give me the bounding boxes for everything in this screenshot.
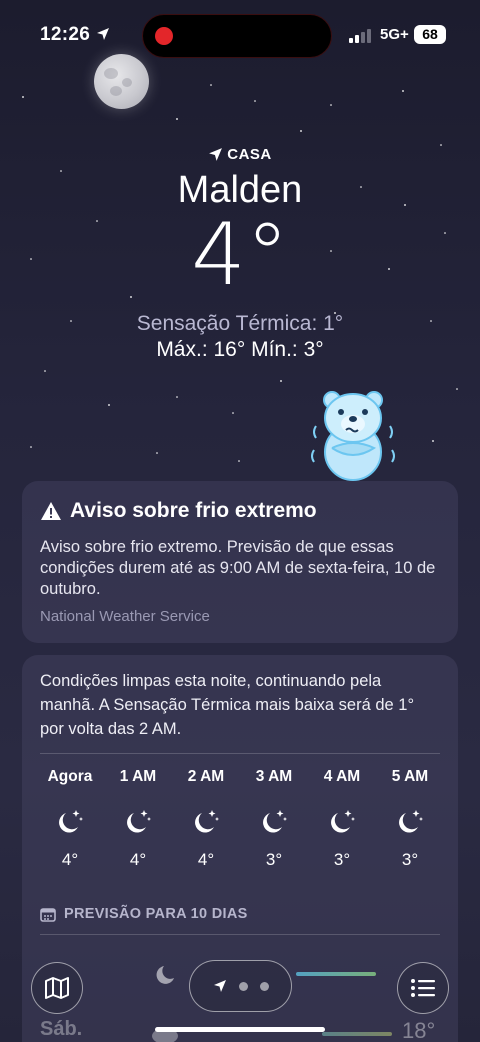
hourly-item: 5 AM 3° xyxy=(380,768,440,870)
moon-stars-icon xyxy=(380,806,440,836)
hourly-item: Agora 4° xyxy=(40,768,100,870)
alert-body: Aviso sobre frio extremo. Previsão de qu… xyxy=(40,538,436,598)
home-indicator[interactable] xyxy=(155,1027,325,1032)
ten-day-header: PREVISÃO PARA 10 DIAS xyxy=(40,906,440,922)
hour-label: 5 AM xyxy=(391,768,429,785)
moon-stars-icon xyxy=(127,810,151,833)
warning-icon xyxy=(41,502,61,520)
page-dot[interactable] xyxy=(259,981,269,991)
hour-label: Agora xyxy=(47,768,93,785)
dynamic-island xyxy=(142,14,332,58)
moon-stars-icon xyxy=(195,810,219,833)
hourly-item: 1 AM 4° xyxy=(108,768,168,870)
status-time: 12:26 xyxy=(40,24,91,45)
list-icon xyxy=(411,979,435,997)
hour-temperature: 4° xyxy=(129,850,147,869)
moon-stars-icon xyxy=(156,966,174,984)
moon-stars-icon xyxy=(263,810,287,833)
location-arrow-icon xyxy=(209,148,223,161)
moon-stars-icon xyxy=(108,806,168,836)
forecast-summary: Condições limpas esta noite, continuando… xyxy=(40,672,415,738)
current-temperature: 4° xyxy=(191,205,289,305)
page-dot[interactable] xyxy=(238,981,248,991)
divider xyxy=(40,753,440,754)
day-row-high: 18° xyxy=(402,1018,436,1042)
location-label-row: CASA xyxy=(0,146,480,163)
recording-dot-icon xyxy=(155,27,173,45)
hour-label: 4 AM xyxy=(323,768,361,785)
moon-stars-icon xyxy=(331,810,355,833)
location-arrow-icon xyxy=(97,28,109,40)
map-button[interactable] xyxy=(31,962,83,1014)
moon-stars-icon xyxy=(40,806,100,836)
moon-stars-icon xyxy=(244,806,304,836)
hour-label: 1 AM xyxy=(119,768,157,785)
alert-title: Aviso sobre frio extremo xyxy=(70,499,317,522)
day-row-label: Sáb. xyxy=(40,1018,83,1040)
hour-temperature: 3° xyxy=(265,850,283,869)
alert-source: National Weather Service xyxy=(40,608,210,625)
moon-image xyxy=(94,54,149,109)
moon-stars-icon xyxy=(312,806,372,836)
ten-day-title: PREVISÃO PARA 10 DIAS xyxy=(64,906,248,922)
cellular-signal-icon xyxy=(349,29,371,43)
hour-label: 2 AM xyxy=(187,768,225,785)
divider xyxy=(40,934,440,935)
temp-range-bar xyxy=(322,1032,392,1036)
status-bar: 12:26 5G+ 68 xyxy=(0,0,480,70)
list-button[interactable] xyxy=(397,962,449,1014)
calendar-icon xyxy=(40,907,56,922)
feels-like: Sensação Térmica: 1° xyxy=(136,312,344,335)
high-low: Máx.: 16° Mín.: 3° xyxy=(156,338,324,361)
cloud-icon xyxy=(152,1028,178,1042)
extreme-cold-alert-card[interactable]: Aviso sobre frio extremo Aviso sobre fri… xyxy=(22,481,458,643)
hour-temperature: 3° xyxy=(333,850,351,869)
hour-temperature: 4° xyxy=(197,850,215,869)
location-label: CASA xyxy=(227,146,272,163)
location-arrow-icon xyxy=(213,980,226,992)
moon-stars-icon xyxy=(399,810,423,833)
hour-label: 3 AM xyxy=(255,768,293,785)
hourly-item: 2 AM 4° xyxy=(176,768,236,870)
temp-range-bar xyxy=(296,972,376,976)
network-type: 5G+ xyxy=(380,26,409,43)
hourly-item: 4 AM 3° xyxy=(312,768,372,870)
alert-title-row: Aviso sobre frio extremo xyxy=(40,499,440,523)
current-weather-header: CASA Malden 4° Sensação Térmica: 1° Máx.… xyxy=(0,146,480,362)
page-indicator[interactable] xyxy=(189,960,292,1012)
moon-stars-icon xyxy=(176,806,236,836)
moon-stars-icon xyxy=(59,810,83,833)
hour-temperature: 4° xyxy=(61,850,79,869)
hour-temperature: 3° xyxy=(401,850,419,869)
hourly-forecast-row[interactable]: Agora 4° 1 AM 4° 2 AM 4° 3 AM 3° 4 AM 3° 5 AM 3° xyxy=(40,768,440,870)
battery-indicator: 68 xyxy=(414,25,446,44)
cold-bear-sticker-icon xyxy=(311,391,395,481)
map-icon xyxy=(45,977,69,999)
hourly-item: 3 AM 3° xyxy=(244,768,304,870)
